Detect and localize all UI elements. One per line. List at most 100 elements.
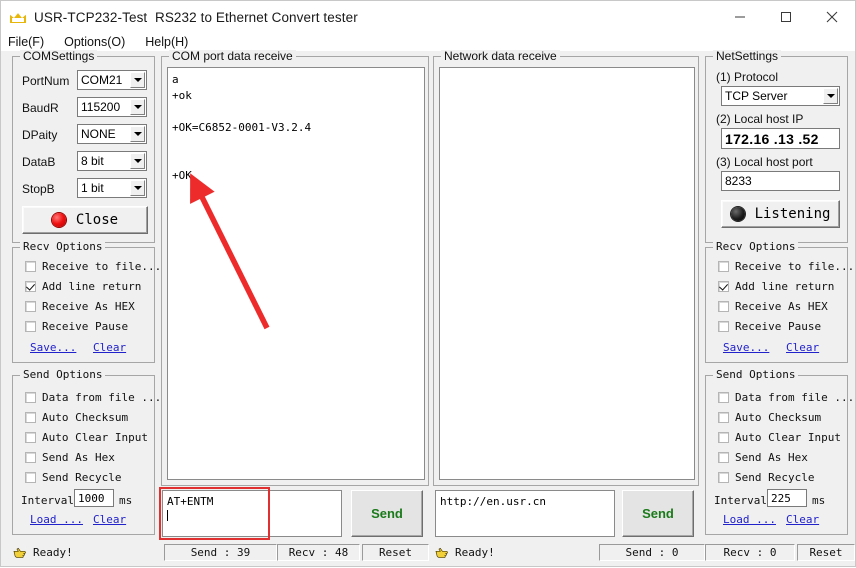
com-close-button[interactable]: Close (22, 206, 148, 234)
left-add-line-return-checkbox[interactable]: Add line return (25, 280, 141, 293)
right-add-line-return-label: Add line return (735, 280, 835, 293)
local-host-port-input[interactable]: 8233 (721, 171, 840, 191)
com-send-button[interactable]: Send (351, 490, 423, 537)
chevron-down-icon[interactable] (130, 126, 145, 142)
net-send-input[interactable]: http://en.usr.cn (435, 490, 615, 537)
right-recv-clear-link[interactable]: Clear (786, 341, 819, 354)
right-send-recycle-checkbox[interactable]: Send Recycle (718, 471, 814, 484)
left-recv-clear-link[interactable]: Clear (93, 341, 126, 354)
left-receive-as-hex-checkbox[interactable]: Receive As HEX (25, 300, 135, 313)
checkbox-box (25, 432, 36, 443)
left-data-from-file-label: Data from file ... (42, 391, 162, 404)
menu-file[interactable]: File(F) (8, 35, 44, 49)
right-data-from-file-checkbox[interactable]: Data from file ... (718, 391, 854, 404)
net-receive-legend: Network data receive (441, 50, 560, 62)
left-send-load-link[interactable]: Load ... (30, 513, 83, 526)
right-auto-checksum-checkbox[interactable]: Auto Checksum (718, 411, 821, 424)
right-receive-as-hex-checkbox[interactable]: Receive As HEX (718, 300, 828, 313)
port-num-label: PortNum (22, 74, 70, 88)
right-recv-save-link[interactable]: Save... (723, 341, 769, 354)
right-send-clear-link[interactable]: Clear (786, 513, 819, 526)
com-send-button-label: Send (371, 506, 403, 521)
local-host-ip-input[interactable]: 172.16 .13 .52 (721, 128, 840, 149)
baud-rate-value: 115200 (81, 100, 121, 114)
chevron-down-icon[interactable] (130, 72, 145, 88)
stop-bits-label: StopB (22, 182, 55, 196)
net-receive-panel[interactable] (439, 67, 695, 480)
listening-button[interactable]: Listening (721, 200, 840, 228)
baud-rate-combo[interactable]: 115200 (77, 97, 147, 117)
checkbox-box (718, 281, 729, 292)
com-send-input[interactable]: AT+ENTM (162, 490, 342, 537)
chevron-down-icon[interactable] (823, 88, 838, 104)
net-send-button[interactable]: Send (622, 490, 694, 537)
right-status-reset-button[interactable]: Reset (797, 544, 855, 561)
right-interval-input[interactable]: 225 (767, 489, 807, 507)
checkbox-box (718, 452, 729, 463)
parity-combo[interactable]: NONE (77, 124, 147, 144)
checkbox-box (718, 301, 729, 312)
left-status-ready: Ready! (13, 544, 143, 561)
right-status-send-text: Send : 0 (625, 546, 679, 559)
window-controls (717, 1, 855, 33)
net-receive-group: Network data receive (433, 50, 699, 486)
left-receive-to-file-checkbox[interactable]: Receive to file... (25, 260, 161, 273)
left-status-reset-text: Reset (378, 546, 413, 559)
right-interval-label: Interval (714, 494, 767, 507)
protocol-combo[interactable]: TCP Server (721, 86, 840, 106)
menu-help[interactable]: Help(H) (145, 35, 188, 49)
left-send-clear-link[interactable]: Clear (93, 513, 126, 526)
left-status-send-text: Send : 39 (190, 546, 251, 559)
menu-options[interactable]: Options(O) (64, 35, 125, 49)
left-interval-input[interactable]: 1000 (74, 489, 114, 507)
right-receive-to-file-checkbox[interactable]: Receive to file... (718, 260, 854, 273)
left-send-legend: Send Options (20, 369, 106, 381)
checkbox-box (718, 472, 729, 483)
right-status-recv-text: Recv : 0 (723, 546, 777, 559)
local-host-port-label: (3) Local host port (716, 155, 813, 169)
minimize-icon[interactable] (717, 1, 763, 33)
left-auto-checksum-label: Auto Checksum (42, 411, 129, 424)
crown-icon (10, 9, 26, 25)
chevron-down-icon[interactable] (130, 99, 145, 115)
local-host-ip-label: (2) Local host IP (716, 112, 804, 126)
left-status-reset-button[interactable]: Reset (362, 544, 429, 561)
left-send-as-hex-checkbox[interactable]: Send As Hex (25, 451, 115, 464)
net-receive-text (440, 68, 694, 72)
left-auto-checksum-checkbox[interactable]: Auto Checksum (25, 411, 128, 424)
right-add-line-return-checkbox[interactable]: Add line return (718, 280, 834, 293)
left-interval-label: Interval (21, 494, 74, 507)
right-receive-as-hex-label: Receive As HEX (735, 300, 828, 313)
close-icon[interactable] (809, 1, 855, 33)
right-status-ready-text: Ready! (455, 546, 495, 559)
stop-bits-value: 1 bit (81, 181, 104, 195)
checkbox-box (25, 321, 36, 332)
chevron-down-icon[interactable] (130, 180, 145, 196)
chevron-down-icon[interactable] (130, 153, 145, 169)
right-send-load-link[interactable]: Load ... (723, 513, 776, 526)
checkbox-box (25, 261, 36, 272)
left-receive-pause-checkbox[interactable]: Receive Pause (25, 320, 128, 333)
application-window: USR-TCP232-Test RS232 to Ethernet Conver… (0, 0, 856, 567)
right-send-as-hex-checkbox[interactable]: Send As Hex (718, 451, 808, 464)
left-auto-clear-input-checkbox[interactable]: Auto Clear Input (25, 431, 148, 444)
maximize-icon[interactable] (763, 1, 809, 33)
com-receive-panel[interactable]: a +ok +OK=C6852-0001-V3.2.4 +OK (167, 67, 425, 480)
stop-bits-combo[interactable]: 1 bit (77, 178, 147, 198)
port-num-combo[interactable]: COM21 (77, 70, 147, 90)
right-auto-clear-input-checkbox[interactable]: Auto Clear Input (718, 431, 841, 444)
com-receive-legend: COM port data receive (169, 50, 296, 62)
checkbox-box (718, 392, 729, 403)
right-receive-pause-checkbox[interactable]: Receive Pause (718, 320, 821, 333)
checkbox-box (25, 281, 36, 292)
left-send-recycle-checkbox[interactable]: Send Recycle (25, 471, 121, 484)
data-bits-combo[interactable]: 8 bit (77, 151, 147, 171)
left-data-from-file-checkbox[interactable]: Data from file ... (25, 391, 161, 404)
net-send-button-label: Send (642, 506, 674, 521)
data-bits-value: 8 bit (81, 154, 104, 168)
com-settings-group: COMSettings PortNum COM21 BaudR 115200 D… (12, 50, 155, 243)
local-host-ip-value: 172.16 .13 .52 (725, 130, 819, 147)
right-auto-clear-input-label: Auto Clear Input (735, 431, 841, 444)
left-recv-save-link[interactable]: Save... (30, 341, 76, 354)
window-title: USR-TCP232-Test RS232 to Ethernet Conver… (34, 9, 358, 25)
